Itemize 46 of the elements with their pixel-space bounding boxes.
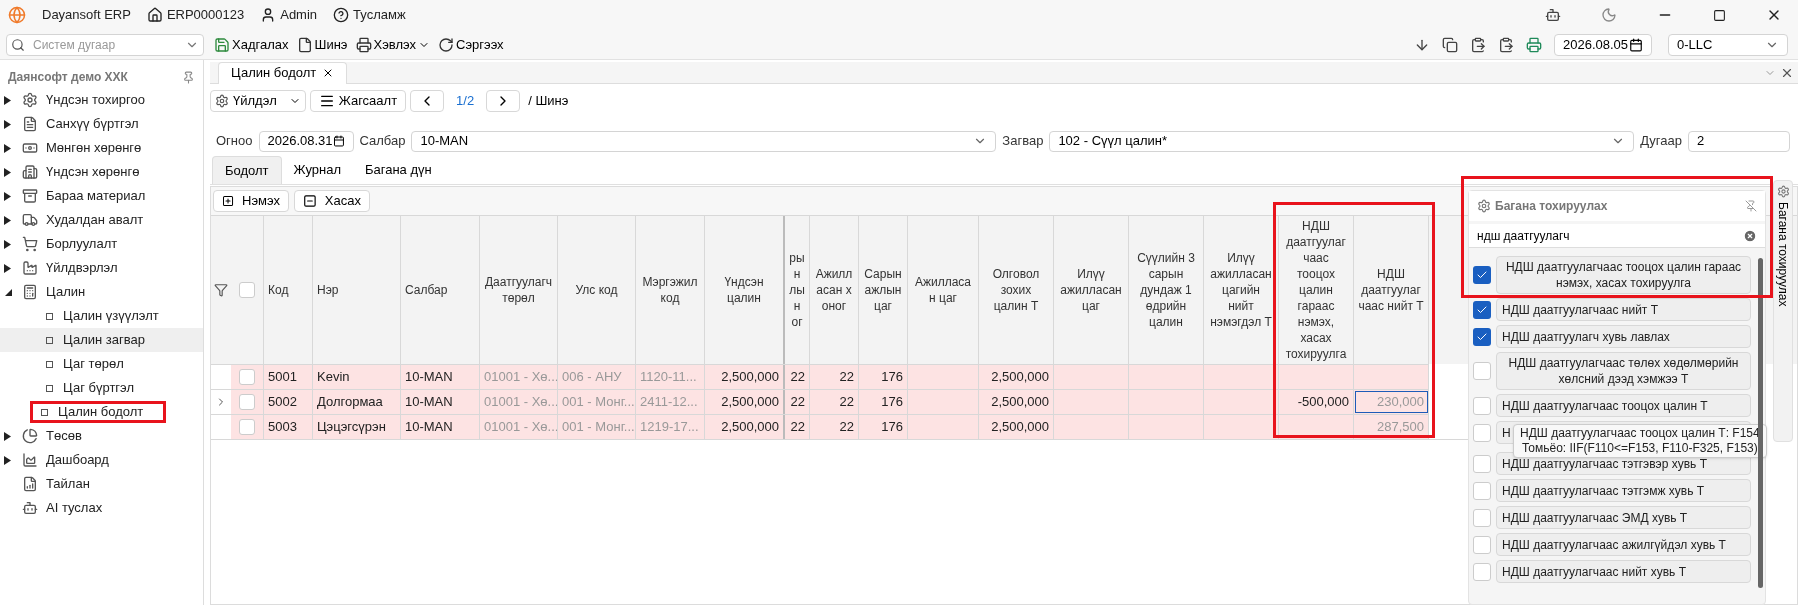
table-cell: 10-MAN — [401, 415, 480, 439]
breadcrumb: / Шинэ — [528, 92, 569, 111]
table-cell: 2,500,000 — [979, 365, 1054, 389]
table-cell: 1219-17... — [636, 415, 705, 439]
table-cell: 176 — [859, 390, 908, 414]
table-cell: Цэцэгсүрэн — [313, 415, 401, 439]
table-cell: 22 — [810, 415, 859, 439]
table-cell: 22 — [785, 390, 810, 414]
field-label: Дугаар — [1640, 132, 1682, 151]
table-cell: 2,500,000 — [979, 415, 1054, 439]
field-label: Загвар — [1002, 132, 1044, 151]
table-cell: 001 - Монг... — [558, 415, 636, 439]
table-cell: 2,500,000 — [979, 390, 1054, 414]
table-cell: Kevin — [313, 365, 401, 389]
table-cell: 01001 - Хө... — [480, 365, 558, 389]
field-label: Салбар — [359, 132, 406, 151]
table-cell: 001 - Монг... — [558, 390, 636, 414]
table-cell: 5001 — [264, 365, 313, 389]
table-cell: 176 — [859, 365, 908, 389]
panel-title: Багана тохируулах — [1495, 198, 1609, 215]
table-cell: 22 — [785, 365, 810, 389]
field-label: Огноо — [216, 132, 253, 151]
page-counter: 1/2 — [456, 92, 475, 111]
table-cell: 2,500,000 — [705, 415, 785, 439]
table-cell: 01001 - Хө... — [480, 390, 558, 414]
table-cell: 5003 — [264, 415, 313, 439]
table-cell: 5002 — [264, 390, 313, 414]
table-cell: 176 — [859, 415, 908, 439]
table-cell: 22 — [810, 390, 859, 414]
table-cell: 1120-11... — [636, 365, 705, 389]
table-cell: 01001 - Хө... — [480, 415, 558, 439]
tooltip-text: НДШ даатгуулагчаас тооцох цалин Т: F154 — [1520, 426, 1760, 441]
company-title: Даянсофт демо ХХК — [8, 69, 128, 86]
table-cell: 006 - АНУ — [558, 365, 636, 389]
table-cell: 10-MAN — [401, 365, 480, 389]
table-cell: 10-MAN — [401, 390, 480, 414]
table-cell: 2,500,000 — [705, 365, 785, 389]
table-cell: 22 — [785, 415, 810, 439]
app-name: Dayansoft ERP — [42, 6, 131, 25]
table-cell: -500,000 — [1279, 390, 1354, 414]
table-cell: 22 — [810, 365, 859, 389]
side-tab-label: Багана тохируулах — [1775, 202, 1791, 307]
table-cell: 2,500,000 — [705, 390, 785, 414]
table-cell: 230,000 — [1354, 390, 1429, 414]
table-cell: Долгормаа — [313, 390, 401, 414]
table-cell: 2411-12... — [636, 390, 705, 414]
